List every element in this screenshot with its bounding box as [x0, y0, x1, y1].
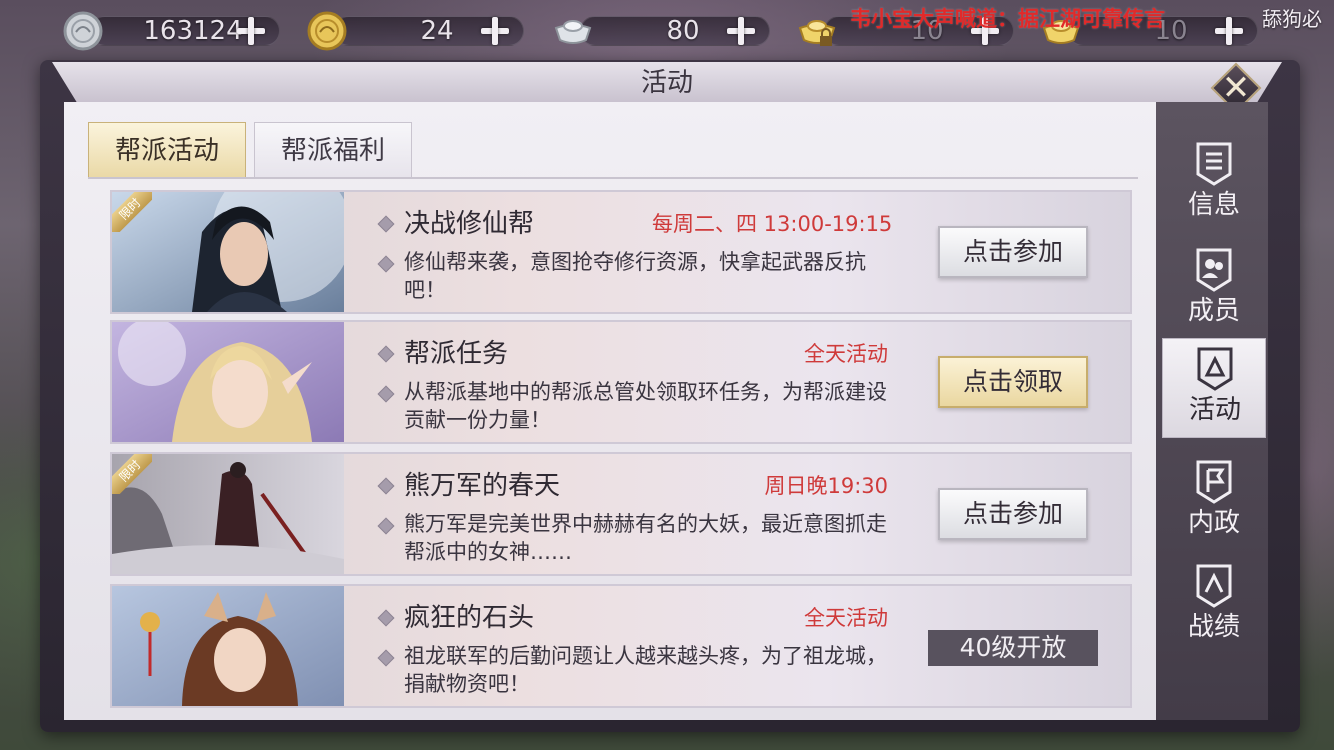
limited-time-label: 限时: [112, 192, 152, 232]
affairs-flag-icon: [1194, 458, 1234, 504]
activity-title: 疯狂的石头: [404, 603, 535, 633]
add-currency-button[interactable]: [478, 14, 512, 48]
activity-time: 每周二、四 13:00-19:15: [652, 212, 893, 236]
add-currency-button[interactable]: [234, 14, 268, 48]
sidenav-label: 内政: [1187, 508, 1240, 538]
activity-time: 全天活动: [804, 606, 888, 630]
currency-gold-coin: 24: [306, 10, 532, 52]
diamond-bullet-icon: [377, 649, 395, 667]
activity-title: 决战修仙帮: [404, 209, 535, 239]
activity-time: 周日晚19:30: [764, 474, 888, 498]
broadcast-message: 韦小宝大声喊道：据江湖可靠传言: [850, 7, 1165, 31]
diamond-bullet-icon: [377, 255, 395, 273]
currency-silver-coin: 163124: [62, 10, 288, 52]
activity-row: 限时 决战修仙帮 每周二、四 13:00-19:15 修仙帮来袭，意图抢夺修行资…: [110, 190, 1132, 314]
level-requirement-badge: 40级开放: [928, 630, 1098, 666]
sidenav-item-affairs[interactable]: 内政: [1162, 452, 1266, 552]
sidenav-item-record[interactable]: 战绩: [1162, 556, 1266, 656]
limited-time-tag: 限时: [112, 454, 152, 494]
tab-guild-activities[interactable]: 帮派活动: [88, 122, 246, 178]
locked-gold-ingot-icon: [796, 10, 838, 52]
activity-description: 熊万军是完美世界中赫赫有名的大妖，最近意图抓走帮派中的女神……: [404, 512, 887, 564]
tab-guild-welfare[interactable]: 帮派福利: [254, 122, 412, 178]
join-activity-button[interactable]: 点击参加: [938, 226, 1088, 278]
info-scroll-icon: [1194, 140, 1234, 186]
activity-row: 帮派任务 全天活动 从帮派基地中的帮派总管处领取环任务，为帮派建设贡献一份力量！…: [110, 320, 1132, 444]
sidenav-label: 成员: [1187, 296, 1240, 326]
add-currency-button[interactable]: [724, 14, 758, 48]
activity-description: 祖龙联军的后勤问题让人越来越头疼，为了祖龙城，捐献物资吧！: [404, 644, 887, 696]
activity-content: 帮派活动 帮派福利 限时 决战修仙帮 每周二、四 13:00-19:15 修仙帮…: [64, 102, 1156, 720]
chat-snippet: 舔狗必: [1262, 7, 1322, 31]
silver-coin-icon: [62, 10, 104, 52]
panel-title: 活动: [640, 68, 693, 98]
add-currency-button[interactable]: [1212, 14, 1246, 48]
join-activity-button[interactable]: 点击参加: [938, 488, 1088, 540]
record-flag-icon: [1194, 562, 1234, 608]
sidenav-item-info[interactable]: 信息: [1162, 134, 1266, 234]
activity-flag-icon: [1195, 345, 1235, 391]
limited-time-tag: 限时: [112, 192, 152, 232]
activity-description: 修仙帮来袭，意图抢夺修行资源，快拿起武器反抗吧！: [404, 250, 866, 302]
sidenav-item-members[interactable]: 成员: [1162, 240, 1266, 340]
activity-thumbnail: 限时: [112, 454, 344, 574]
gold-coin-icon: [306, 10, 348, 52]
silver-ingot-icon: [552, 10, 594, 52]
diamond-bullet-icon: [377, 345, 395, 363]
sidenav-label: 活动: [1188, 395, 1241, 425]
currency-bar: 163124 24 80 10 10 韦小宝大声喊道：据江湖可靠传言 舔狗必: [0, 0, 1334, 62]
currency-silver-ingot: 80: [552, 10, 778, 52]
diamond-bullet-icon: [377, 517, 395, 535]
activity-thumbnail: 限时: [112, 192, 344, 312]
limited-time-label: 限时: [112, 454, 152, 494]
tab-divider: [88, 177, 1138, 179]
diamond-bullet-icon: [377, 477, 395, 495]
diamond-bullet-icon: [377, 609, 395, 627]
activity-title: 熊万军的春天: [404, 471, 561, 501]
activity-thumbnail: [112, 322, 344, 442]
activity-title: 帮派任务: [404, 339, 509, 369]
activity-row: 疯狂的石头 全天活动 祖龙联军的后勤问题让人越来越头疼，为了祖龙城，捐献物资吧！…: [110, 584, 1132, 708]
sidenav-item-activity[interactable]: 活动: [1162, 338, 1266, 438]
activity-time: 全天活动: [804, 342, 888, 366]
members-icon: [1194, 246, 1234, 292]
activity-description: 从帮派基地中的帮派总管处领取环任务，为帮派建设贡献一份力量！: [404, 380, 887, 432]
sidenav-label: 战绩: [1187, 612, 1240, 642]
diamond-bullet-icon: [377, 385, 395, 403]
diamond-bullet-icon: [377, 215, 395, 233]
claim-task-button[interactable]: 点击领取: [938, 356, 1088, 408]
activity-row: 限时 熊万军的春天 周日晚19:30 熊万军是完美世界中赫赫有名的大妖，最近意图…: [110, 452, 1132, 576]
activity-thumbnail: [112, 586, 344, 706]
sidenav-label: 信息: [1187, 190, 1240, 220]
